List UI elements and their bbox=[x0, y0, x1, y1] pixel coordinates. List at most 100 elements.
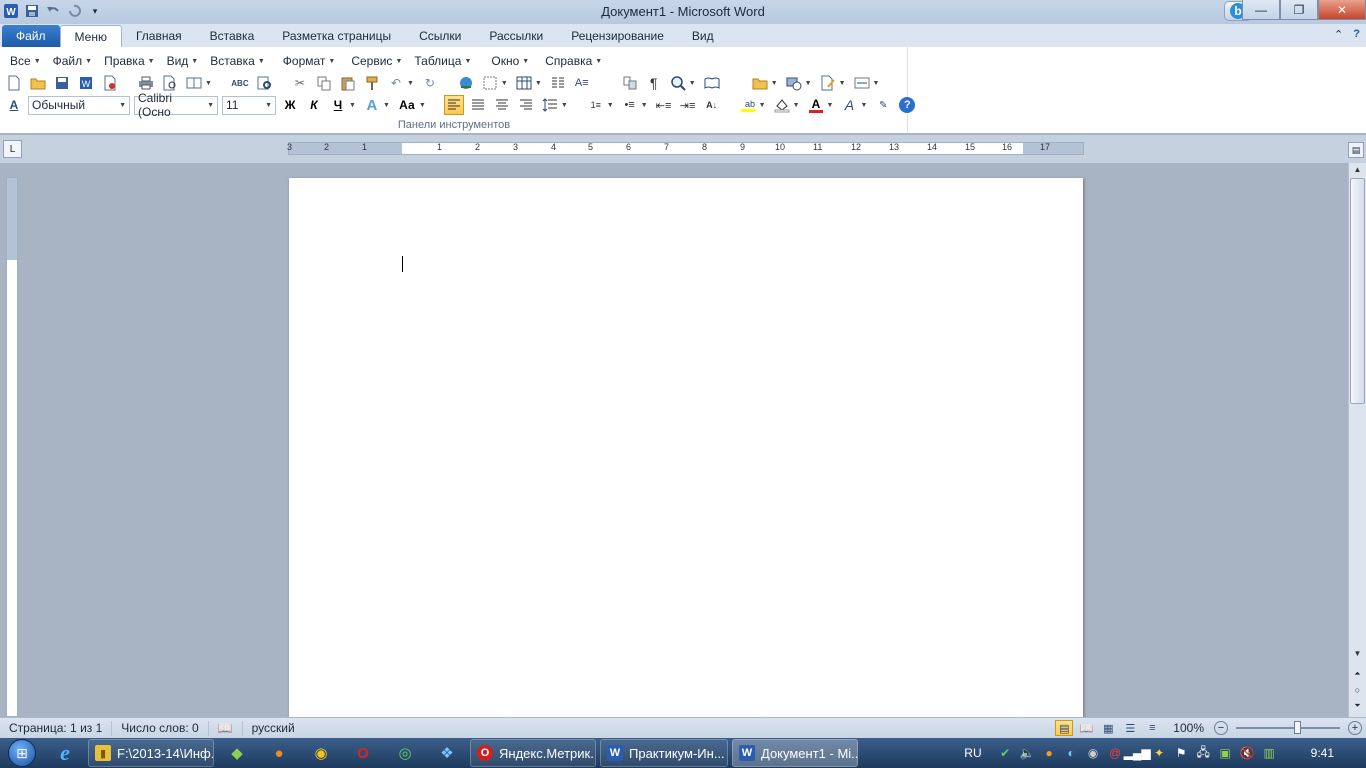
full-screen-reading-icon[interactable]: 📖 bbox=[1077, 720, 1095, 736]
minimize-ribbon-icon[interactable]: ⌃ bbox=[1334, 28, 1343, 41]
italic-button[interactable]: К bbox=[304, 95, 324, 115]
network-icon[interactable]: 🖧 bbox=[1195, 745, 1212, 762]
character-style-icon[interactable]: A bbox=[839, 95, 859, 115]
change-case-button[interactable]: Аа bbox=[396, 95, 418, 115]
next-page-icon[interactable]: ⏷ bbox=[1350, 701, 1365, 713]
browse-object-icon[interactable]: ○ bbox=[1350, 685, 1365, 697]
zoom-slider[interactable] bbox=[1236, 721, 1340, 734]
menu-view[interactable]: Вид ▼ bbox=[161, 53, 205, 69]
undo-icon[interactable]: ↶ bbox=[386, 73, 406, 93]
tab-file[interactable]: Файл bbox=[2, 25, 60, 47]
font-size-combo[interactable]: 11 ▼ bbox=[222, 95, 276, 115]
insert-table-icon[interactable] bbox=[514, 73, 534, 93]
permission-icon[interactable] bbox=[100, 73, 120, 93]
green-app-icon[interactable]: ◎ bbox=[384, 738, 426, 768]
safely-remove-icon[interactable]: ▣ bbox=[1217, 745, 1234, 762]
numbering-icon[interactable]: 1≡ bbox=[586, 95, 606, 115]
print-icon[interactable] bbox=[136, 73, 156, 93]
format-painter-icon[interactable] bbox=[362, 73, 382, 93]
zoom-thumb[interactable] bbox=[1294, 721, 1301, 734]
increase-indent-icon[interactable]: ⇥≡ bbox=[678, 95, 698, 115]
close-button[interactable]: ✕ bbox=[1318, 0, 1366, 20]
menu-all[interactable]: Все ▼ bbox=[4, 53, 47, 69]
show-formatting-icon[interactable]: ¶ bbox=[644, 73, 664, 93]
chrome-icon[interactable]: ◉ bbox=[300, 738, 342, 768]
save-icon[interactable] bbox=[52, 73, 72, 93]
spelling-icon[interactable]: ABC bbox=[230, 73, 250, 93]
text-effects-icon[interactable]: A bbox=[362, 95, 382, 115]
underline-button[interactable]: Ч bbox=[328, 95, 348, 115]
open-folder-icon[interactable] bbox=[28, 73, 48, 93]
scroll-up-icon[interactable]: ▲ bbox=[1350, 165, 1365, 177]
vertical-scrollbar[interactable]: ▲ ▼ ⏶ ○ ⏷ bbox=[1348, 163, 1366, 717]
zoom-icon[interactable] bbox=[668, 73, 688, 93]
input-language[interactable]: RU bbox=[964, 746, 981, 760]
tab-mailings[interactable]: Рассылки bbox=[475, 25, 557, 47]
bold-button[interactable]: Ж bbox=[280, 95, 300, 115]
borders-icon[interactable] bbox=[480, 73, 500, 93]
outline-icon[interactable]: ☰ bbox=[1121, 720, 1139, 736]
blue-app-icon[interactable]: ◐ bbox=[1063, 745, 1080, 762]
clear-formatting-icon[interactable]: ✎ bbox=[873, 95, 893, 115]
read-icon[interactable] bbox=[702, 73, 722, 93]
clock[interactable]: 9:41 bbox=[1311, 746, 1334, 760]
volume-icon[interactable]: 🔈 bbox=[1019, 745, 1036, 762]
horizontal-ruler[interactable]: 3 2 1 1 2 3 4 5 6 7 8 9 10 11 12 13 14 1… bbox=[287, 142, 1084, 155]
edit-document-icon[interactable] bbox=[818, 73, 838, 93]
menu-table[interactable]: Таблица ▼ bbox=[408, 53, 477, 69]
read-mode-icon[interactable] bbox=[184, 73, 204, 93]
align-right-icon[interactable] bbox=[516, 95, 536, 115]
bullets-icon[interactable]: •≡ bbox=[620, 95, 640, 115]
align-left-icon[interactable] bbox=[443, 95, 464, 115]
scroll-down-icon[interactable]: ▼ bbox=[1350, 649, 1365, 661]
scroll-thumb[interactable] bbox=[1350, 178, 1365, 404]
print-preview-icon[interactable] bbox=[160, 73, 180, 93]
check-icon[interactable]: ✔ bbox=[997, 745, 1014, 762]
restore-button[interactable]: ❐ bbox=[1280, 0, 1318, 20]
taskbar-item-explorer[interactable]: ▮ F:\2013-14\Инф... bbox=[88, 739, 214, 767]
opera-icon[interactable]: O bbox=[342, 738, 384, 768]
view-ruler-icon[interactable]: ▤ bbox=[1348, 142, 1364, 158]
style-combo[interactable]: Обычный ▼ bbox=[28, 95, 130, 115]
columns-icon[interactable] bbox=[548, 73, 568, 93]
save-as-icon[interactable]: W bbox=[76, 73, 96, 93]
flag-icon[interactable]: ⚑ bbox=[1173, 745, 1190, 762]
font-combo[interactable]: Calibri (Осно ▼ bbox=[134, 91, 218, 119]
help-icon[interactable]: ? bbox=[897, 95, 917, 115]
tab-page-layout[interactable]: Разметка страницы bbox=[268, 25, 405, 47]
menu-tools[interactable]: Сервис ▼ bbox=[345, 53, 408, 69]
previous-page-icon[interactable]: ⏶ bbox=[1350, 669, 1365, 681]
research-icon[interactable] bbox=[254, 73, 274, 93]
cut-icon[interactable]: ✂ bbox=[290, 73, 310, 93]
paste-icon[interactable] bbox=[338, 73, 358, 93]
menu-file[interactable]: Файл ▼ bbox=[47, 53, 98, 69]
tab-stop-selector[interactable]: L bbox=[3, 140, 22, 158]
tab-menu[interactable]: Меню bbox=[59, 25, 122, 47]
zoom-in-icon[interactable]: + bbox=[1348, 721, 1362, 735]
tab-insert[interactable]: Вставка bbox=[196, 25, 269, 47]
zoom-out-icon[interactable]: − bbox=[1214, 721, 1228, 735]
tab-view[interactable]: Вид bbox=[678, 25, 728, 47]
menu-insert[interactable]: Вставка ▼ bbox=[204, 53, 271, 69]
shading-icon[interactable] bbox=[772, 95, 792, 115]
tab-references[interactable]: Ссылки bbox=[405, 25, 475, 47]
hyperlink-icon[interactable] bbox=[456, 73, 476, 93]
mail-icon[interactable]: @ bbox=[1107, 745, 1124, 762]
word-count[interactable]: Число слов: 0 bbox=[111, 720, 207, 736]
decrease-indent-icon[interactable]: ⇤≡ bbox=[654, 95, 674, 115]
menu-window[interactable]: Окно ▼ bbox=[485, 53, 535, 69]
webcam-icon[interactable]: ◉ bbox=[1085, 745, 1102, 762]
folder-icon[interactable] bbox=[750, 73, 770, 93]
start-button[interactable]: ⊞ bbox=[0, 738, 44, 768]
align-center-icon[interactable] bbox=[468, 95, 488, 115]
form-icon[interactable] bbox=[852, 73, 872, 93]
line-spacing-icon[interactable] bbox=[540, 95, 560, 115]
document-page[interactable] bbox=[289, 178, 1083, 718]
document-map-icon[interactable] bbox=[620, 73, 640, 93]
font-color-icon[interactable]: A bbox=[806, 95, 826, 115]
help-icon[interactable]: ? bbox=[1353, 28, 1360, 41]
copy-icon[interactable] bbox=[314, 73, 334, 93]
proofing-icon[interactable]: 📖 bbox=[207, 720, 242, 736]
taskbar-item-yandex[interactable]: O Яндекс.Метрик... bbox=[470, 739, 596, 767]
minimize-button[interactable]: — bbox=[1242, 0, 1280, 20]
